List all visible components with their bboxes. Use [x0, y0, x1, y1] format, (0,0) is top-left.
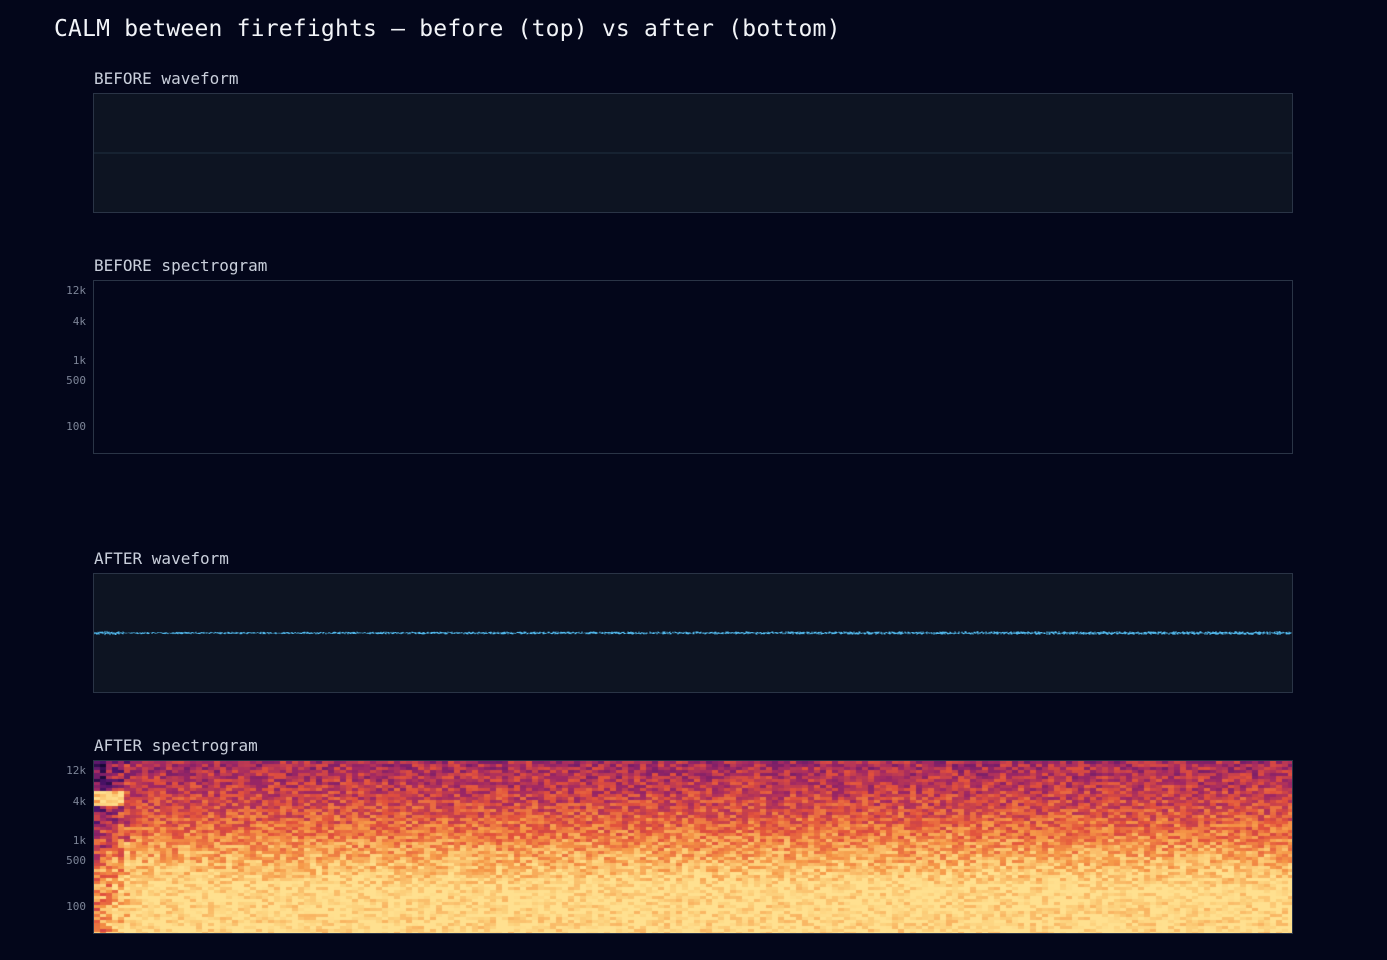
before-ytick-500: 500 — [66, 374, 86, 387]
before-spectrogram-panel — [93, 280, 1293, 454]
after-ytick-500: 500 — [66, 854, 86, 867]
before-waveform-panel — [93, 93, 1293, 213]
after-waveform-svg — [94, 630, 1292, 636]
before-ytick-1k: 1k — [72, 354, 86, 367]
after-waveform-panel — [93, 573, 1293, 693]
after-waveform-label: AFTER waveform — [94, 549, 229, 568]
before-ytick-12k: 12k — [66, 284, 86, 297]
after-ytick-1k: 1k — [72, 834, 86, 847]
before-waveform-svg — [94, 152, 1292, 154]
before-spectrogram-label: BEFORE spectrogram — [94, 256, 268, 275]
after-ytick-12k: 12k — [66, 764, 86, 777]
after-ytick-4k: 4k — [72, 795, 86, 808]
before-ytick-100: 100 — [66, 420, 86, 433]
before-waveform-label: BEFORE waveform — [94, 69, 239, 88]
after-waveform-line — [94, 630, 1292, 636]
chart-title: CALM between firefights — before (top) v… — [54, 16, 841, 42]
after-ytick-100: 100 — [66, 900, 86, 913]
after-spectrogram-label: AFTER spectrogram — [94, 736, 258, 755]
after-spectrogram-canvas — [94, 761, 1292, 933]
before-ytick-4k: 4k — [72, 315, 86, 328]
after-spectrogram-panel — [93, 760, 1293, 934]
